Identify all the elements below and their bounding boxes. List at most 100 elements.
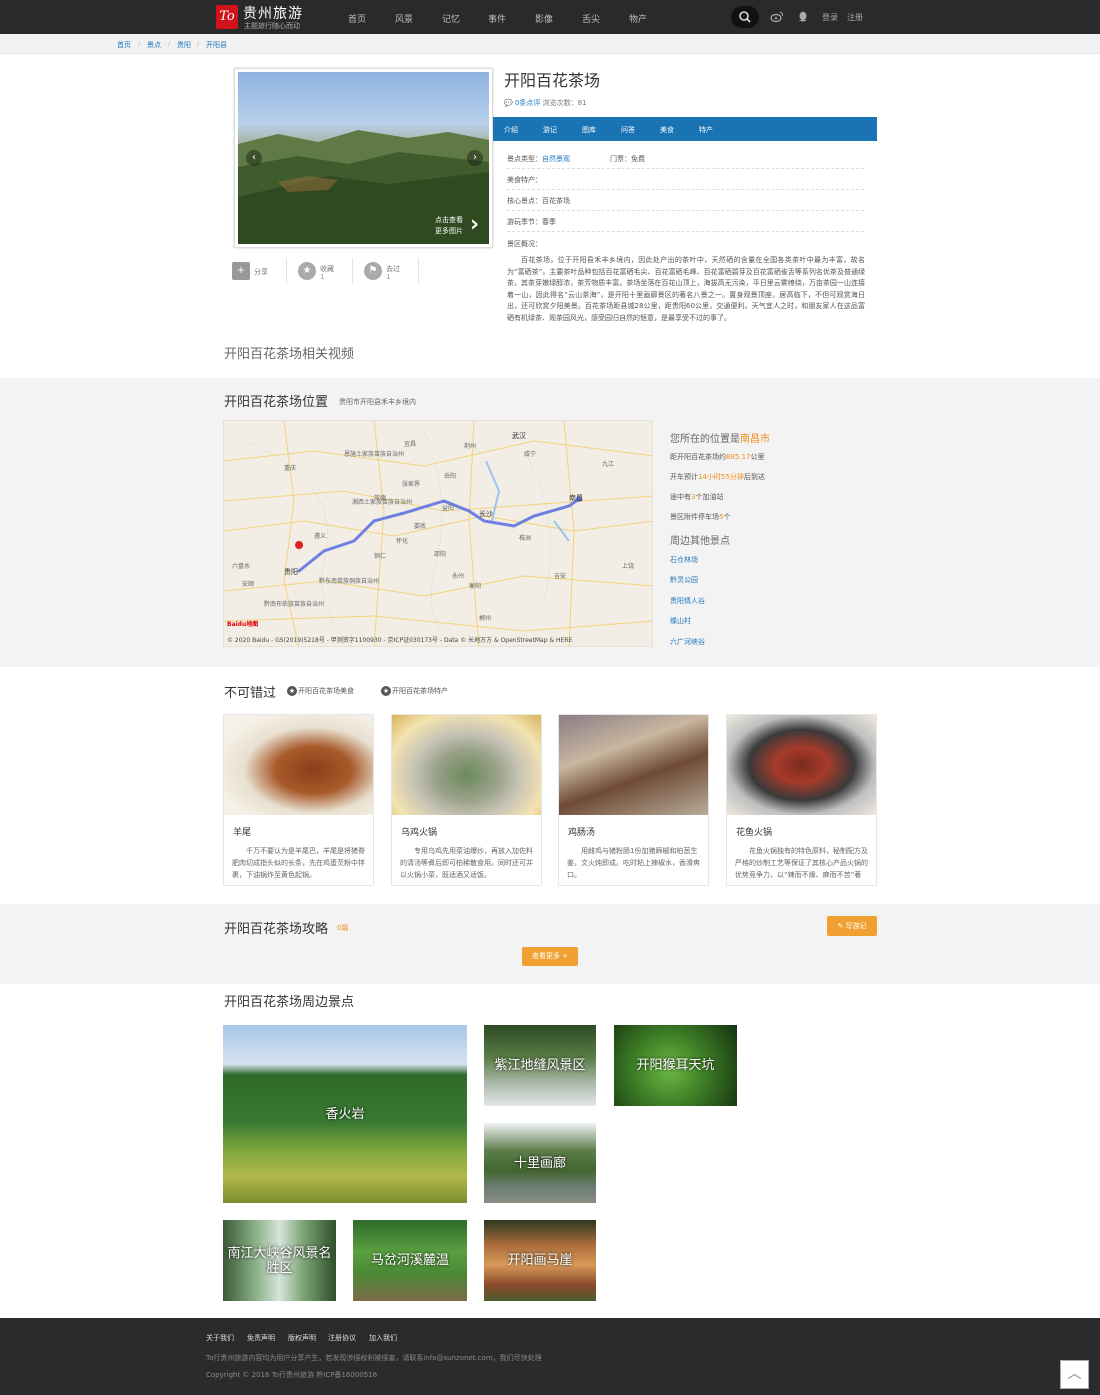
flag-icon: ⚑	[364, 262, 382, 280]
tab-specialty[interactable]: 特产	[699, 125, 713, 135]
food-card[interactable]: 花鱼火锅 花鱼火锅独有的特色原料，秘制配方及严格的炒制工艺等保证了其核心产品火锅…	[726, 714, 877, 886]
location-title: 开阳百花茶场位置	[224, 395, 329, 410]
breadcrumb-kaiyang[interactable]: 开阳县	[206, 40, 227, 50]
qq-icon[interactable]	[796, 10, 810, 24]
nearby-tile[interactable]: 十里画廊	[484, 1123, 596, 1203]
nearby-spots-title: 周边其他景点	[670, 536, 730, 547]
login-link[interactable]: 登录	[822, 12, 838, 23]
food-photo	[559, 715, 708, 815]
plus-icon: +	[559, 952, 569, 960]
chevron-right-icon[interactable]: ›	[470, 212, 479, 237]
distance-line: 距开阳百花茶场约885.17公里	[670, 453, 765, 461]
footer-copyright-notice[interactable]: 版权声明	[288, 1333, 316, 1343]
type-label: 景点类型：	[507, 155, 542, 163]
nearby-spot-link[interactable]: 黔灵公园	[670, 575, 698, 585]
type-value[interactable]: 自然景观	[542, 155, 570, 163]
back-to-top-button[interactable]: ︿	[1060, 1360, 1089, 1389]
season-value: 春季	[542, 218, 556, 226]
breadcrumb-home[interactable]: 首页	[117, 40, 131, 50]
map-place-label: 吉安	[554, 573, 567, 580]
map-place-label: 恩施土家族苗族自治州	[344, 451, 405, 458]
nav-scenery[interactable]: 风景	[395, 12, 413, 25]
map-place-label: 重庆	[284, 465, 297, 472]
site-logo[interactable]: To	[216, 5, 238, 29]
tab-food[interactable]: 美食	[660, 125, 674, 135]
edit-icon: ✎	[837, 922, 846, 930]
nearby-tile[interactable]: 紫江地缝风景区	[484, 1025, 596, 1106]
tab-qa[interactable]: 问答	[621, 125, 635, 135]
weibo-icon[interactable]	[770, 10, 784, 24]
intro-label: 景区概况：	[507, 240, 542, 248]
chevron-up-icon: ︿	[1067, 1366, 1082, 1382]
food-card[interactable]: 乌鸡火锅 专用乌鸡先用菜油爆炒，再放入加佐料的清汤等煮后即可柏稀散食用。同时还可…	[391, 714, 542, 886]
guide-count: 0篇	[337, 924, 349, 932]
map-place-label: 永州	[452, 573, 465, 580]
search-button[interactable]	[731, 6, 759, 28]
share-label: 分享	[254, 268, 268, 276]
food-card[interactable]: 羊尾 千万不要认为是羊尾巴，羊尾是将猪脊肥肉切成指头似的长条，先在鸡蛋芡粉中拌裹…	[223, 714, 374, 886]
search-icon	[739, 11, 751, 23]
guide-title: 开阳百花茶场攻略	[224, 922, 329, 937]
nav-events[interactable]: 事件	[488, 12, 506, 25]
gallery-photo[interactable]: ‹ › 点击查看 更多图片 ›	[238, 72, 489, 244]
reviews-link[interactable]: 0条点评	[515, 99, 540, 107]
nearby-spot-link[interactable]: 石仓林场	[670, 555, 698, 565]
must-see-title: 不可错过	[224, 686, 277, 701]
route-map[interactable]: 武汉 长沙 南昌 贵阳 重庆 恩施土家族苗族自治州 湘西土家族苗族自治州 黔东南苗族侗族自治州…	[223, 420, 653, 647]
gallery-prev-button[interactable]: ‹	[246, 150, 262, 166]
register-link[interactable]: 注册	[847, 12, 863, 23]
gallery-next-button[interactable]: ›	[467, 150, 483, 166]
nearby-tile[interactable]: 马岔河溪麓温	[353, 1220, 467, 1301]
guide-section	[0, 904, 1100, 984]
spot-tabs: 介绍 游记 图库 问答 美食 特产	[493, 117, 877, 141]
nearby-spot-link[interactable]: 六广河峡谷	[670, 637, 705, 647]
footer-terms[interactable]: 注册协议	[328, 1333, 356, 1343]
food-desc: 用雌鸡与猪粉肠1份加猪蹄椒和柏葱生姜，文火炖即成。吃时粘上辣椒水，香滑爽口。	[567, 847, 700, 879]
breadcrumb	[0, 34, 1100, 54]
nearby-tile[interactable]: 南江大峡谷风景名胜区	[223, 1220, 336, 1301]
view-more-button[interactable]: 查看更多 +	[522, 947, 578, 966]
star-icon: ★	[381, 686, 391, 696]
footer-disclaimer[interactable]: 免责声明	[247, 1333, 275, 1343]
map-place-label: 六盘水	[232, 563, 251, 570]
tab-local-food[interactable]: ★ 开阳百花茶场美食	[287, 686, 354, 696]
gallery-more-photos[interactable]: 点击查看 更多图片	[435, 215, 463, 237]
gas-station-line: 途中有3个加油站	[670, 493, 724, 501]
food-name: 花鱼火锅	[736, 828, 773, 838]
tab-travelogue[interactable]: 游记	[543, 125, 557, 135]
baidu-map-logo: Baidu地图	[227, 621, 259, 628]
food-card[interactable]: 鸡肠汤 用雌鸡与猪粉肠1份加猪蹄椒和柏葱生姜，文火炖即成。吃时粘上辣椒水，香滑爽…	[558, 714, 709, 886]
footer-copyright: Copyright © 2016 To行贵州旅游 黔ICP备16000516	[206, 1371, 378, 1379]
map-place-label: 张家界	[402, 481, 421, 488]
breadcrumb-spots[interactable]: 景点	[147, 40, 161, 50]
info-row-core: 核心景点：百花茶场	[507, 190, 864, 211]
site-name[interactable]: 贵州旅游	[243, 3, 303, 23]
divider	[352, 258, 353, 284]
nav-products[interactable]: 物产	[629, 12, 647, 25]
breadcrumb-separator: /	[168, 40, 171, 48]
tab-intro[interactable]: 介绍	[504, 125, 518, 135]
nearby-spot-link[interactable]: 蝶山村	[670, 616, 691, 626]
nearby-tile[interactable]: 开阳猴耳天坑	[614, 1025, 737, 1106]
footer-note: To行贵州旅游内容均为用户分享产生，若发现涉侵权利被侵害，请联系info@sun…	[206, 1354, 542, 1362]
footer-join[interactable]: 加入我们	[369, 1333, 397, 1343]
tab-gallery[interactable]: 图库	[582, 125, 596, 135]
write-travelogue-button[interactable]: ✎ 写游记	[827, 916, 877, 936]
video-section-title: 开阳百花茶场相关视频	[224, 347, 355, 362]
map-place-label: 益阳	[442, 505, 455, 512]
food-desc: 千万不要认为是羊尾巴，羊尾是将猪脊肥肉切成指头似的长条，先在鸡蛋芡粉中拌裹，下油…	[232, 847, 365, 879]
food-name: 羊尾	[233, 828, 252, 838]
nav-memory[interactable]: 记忆	[442, 12, 460, 25]
nav-food[interactable]: 舌尖	[582, 12, 600, 25]
nearby-spot-link[interactable]: 贵阳情人谷	[670, 596, 705, 606]
map-place-label: 贵阳	[284, 568, 298, 576]
tab-local-products[interactable]: ★ 开阳百花茶场特产	[381, 686, 448, 696]
nearby-tile[interactable]: 香火岩	[223, 1025, 467, 1203]
nav-images[interactable]: 影像	[535, 12, 553, 25]
footer-about[interactable]: 关于我们	[206, 1333, 234, 1343]
food-desc: 花鱼火锅独有的特色原料，秘制配方及严格的炒制工艺等保证了其核心产品火锅的优势竞争…	[735, 847, 868, 879]
breadcrumb-separator: /	[138, 40, 141, 48]
nav-home[interactable]: 首页	[348, 12, 366, 25]
breadcrumb-guiyang[interactable]: 贵阳	[177, 40, 191, 50]
nearby-tile[interactable]: 开阳画马崖	[484, 1220, 596, 1301]
